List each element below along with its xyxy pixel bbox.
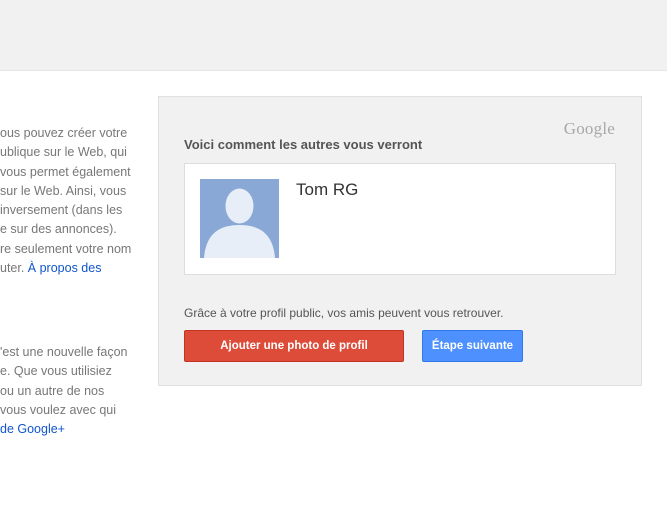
intro-line: sur le Web. Ainsi, vous [0,183,127,198]
google-logo: Google [563,119,615,138]
intro-line: inversement (dans les [0,203,123,218]
intro-paragraph: ous pouvez créer votre ublique sur le We… [0,124,142,278]
paragraph-line: e. Que vous utilisiez [0,364,112,379]
profile-name: Tom RG [296,180,359,199]
intro-line: e sur des annonces). [0,222,117,237]
card-title: Voici comment les autres vous verront [184,137,423,152]
about-link[interactable]: À propos des [28,261,102,275]
top-bar [0,0,667,71]
intro-line-text: uter. [0,261,28,276]
info-text: Grâce à votre profil public, vos amis pe… [184,306,504,320]
intro-line: vous permet également [0,164,131,179]
paragraph-line-last: de Google+ [0,420,142,439]
intro-line: ublique sur le Web, qui [0,145,127,160]
paragraph-line: ou un autre de nos [0,383,105,398]
intro-line-last: uter. À propos des [0,259,142,278]
paragraph-line: vous voulez avec qui [0,402,117,417]
add-profile-photo-button[interactable]: Ajouter une photo de profil [184,330,404,362]
google-plus-link[interactable]: de Google+ [0,422,65,436]
profile-preview-box: Tom RG [184,163,616,275]
profile-preview-card: Google Voici comment les autres vous ver… [158,96,642,386]
next-step-button[interactable]: Étape suivante [422,330,523,362]
intro-line: ous pouvez créer votre [0,126,128,140]
paragraph-line: 'est une nouvelle façon [0,345,128,359]
intro-line: re seulement votre nom [0,241,132,256]
avatar-silhouette [200,179,279,258]
default-avatar-icon [200,179,279,258]
google-plus-paragraph: 'est une nouvelle façon e. Que vous util… [0,343,142,439]
